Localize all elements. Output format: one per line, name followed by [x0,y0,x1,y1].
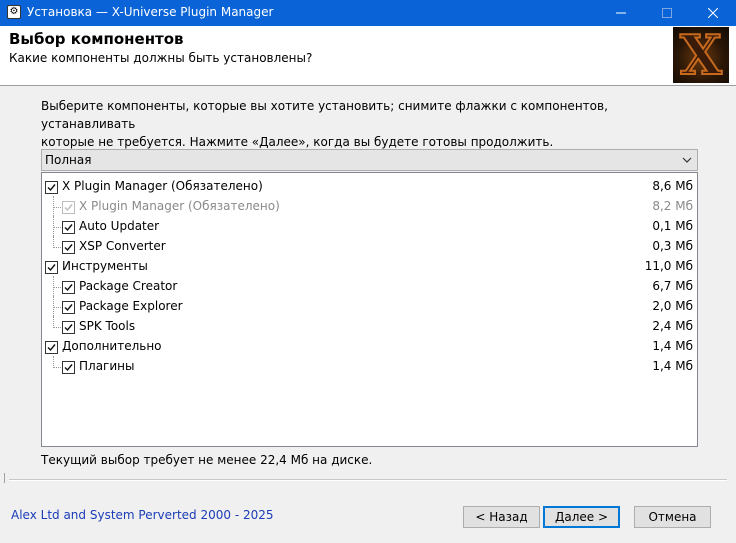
next-button[interactable]: Далее > [543,506,620,528]
component-size: 0,3 Мб [652,239,693,253]
component-label: SPK Tools [79,319,136,333]
checkmark-icon [64,284,73,292]
component-size: 2,4 Мб [652,319,693,333]
component-label: Инструменты [62,259,148,273]
tree-connector-line [53,276,54,296]
disk-space-required: Текущий выбор требует не менее 22,4 Мб н… [41,453,373,467]
component-label: Auto Updater [79,219,160,233]
component-checkbox[interactable] [62,241,75,254]
wizard-header: Выбор компонентов Какие компоненты должн… [0,26,736,86]
checkmark-icon [47,344,56,352]
component-checkbox[interactable] [62,321,75,334]
checkmark-icon [64,324,73,332]
copyright-text: Alex Ltd and System Perverted 2000 - 202… [11,508,274,522]
component-checkbox[interactable] [45,181,58,194]
title-bar: ⚙ Установка — X-Universe Plugin Manager [0,0,736,26]
install-type-dropdown[interactable]: Полная [41,149,698,171]
component-row[interactable]: Плагины 1,4 Мб [42,356,697,376]
component-checkbox[interactable] [45,261,58,274]
component-row[interactable]: X Plugin Manager (Обязателено) 8,2 Мб [42,196,697,216]
close-button[interactable] [690,0,736,26]
tree-connector-line [53,207,61,208]
component-label: X Plugin Manager (Обязателено) [62,179,263,193]
minimize-icon [616,12,626,14]
component-row[interactable]: Дополнительно 1,4 Мб [42,336,697,356]
component-checkbox[interactable] [62,221,75,234]
tree-connector-line [53,196,54,216]
tree-connector-line [53,307,61,308]
install-type-value: Полная [45,153,92,167]
tree-connector-line [53,247,61,248]
back-button[interactable]: < Назад [463,506,540,528]
logo-letter: X [679,27,723,83]
component-size: 11,0 Мб [644,259,693,273]
close-icon [708,8,718,18]
component-row[interactable]: Инструменты 11,0 Мб [42,256,697,276]
instructions-line-1: Выберите компоненты, которые вы хотите у… [41,99,608,131]
instructions-text: Выберите компоненты, которые вы хотите у… [41,97,701,151]
component-size: 1,4 Мб [652,339,693,353]
component-row[interactable]: X Plugin Manager (Обязателено) 8,6 Мб [42,176,697,196]
installer-app-icon[interactable]: ⚙ [7,5,21,19]
component-size: 0,1 Мб [652,219,693,233]
component-row[interactable]: Auto Updater 0,1 Мб [42,216,697,236]
minimize-button[interactable] [598,0,644,26]
checkmark-icon [64,244,73,252]
maximize-icon [662,8,672,18]
tree-connector-line [53,327,61,328]
component-row[interactable]: SPK Tools 2,4 Мб [42,316,697,336]
component-label: Дополнительно [62,339,162,353]
separator-grip [4,473,10,483]
component-size: 2,0 Мб [652,299,693,313]
maximize-button[interactable] [644,0,690,26]
chevron-down-icon [682,157,692,163]
component-label: Package Creator [79,279,178,293]
component-checkbox[interactable] [45,341,58,354]
component-label: XSP Converter [79,239,166,253]
tree-connector-line [53,296,54,316]
component-label: Плагины [79,359,135,373]
component-checkbox[interactable] [62,361,75,374]
checkmark-icon [64,204,73,212]
component-row[interactable]: XSP Converter 0,3 Мб [42,236,697,256]
component-size: 1,4 Мб [652,359,693,373]
footer-separator [9,479,727,481]
component-label: Package Explorer [79,299,183,313]
component-checkbox [62,201,75,214]
checkmark-icon [64,304,73,312]
window-title: Установка — X-Universe Plugin Manager [27,5,274,19]
component-size: 8,6 Мб [652,179,693,193]
page-title: Выбор компонентов [9,30,184,48]
checkmark-icon [47,184,56,192]
tree-connector-line [53,216,54,236]
cancel-button[interactable]: Отмена [634,506,711,528]
tree-connector-line [53,367,61,368]
component-size: 6,7 Мб [652,279,693,293]
component-row[interactable]: Package Explorer 2,0 Мб [42,296,697,316]
component-size: 8,2 Мб [652,199,693,213]
component-checkbox[interactable] [62,281,75,294]
component-row[interactable]: Package Creator 6,7 Мб [42,276,697,296]
checkmark-icon [47,264,56,272]
page-subtitle: Какие компоненты должны быть установлены… [9,51,313,65]
component-label: X Plugin Manager (Обязателено) [79,199,280,213]
component-checkbox[interactable] [62,301,75,314]
x-universe-logo: X [673,27,729,83]
checkmark-icon [64,364,73,372]
components-list[interactable]: X Plugin Manager (Обязателено) 8,6 Мб X Pl… [41,172,698,447]
tree-connector-line [53,227,61,228]
checkmark-icon [64,224,73,232]
tree-connector-line [53,287,61,288]
